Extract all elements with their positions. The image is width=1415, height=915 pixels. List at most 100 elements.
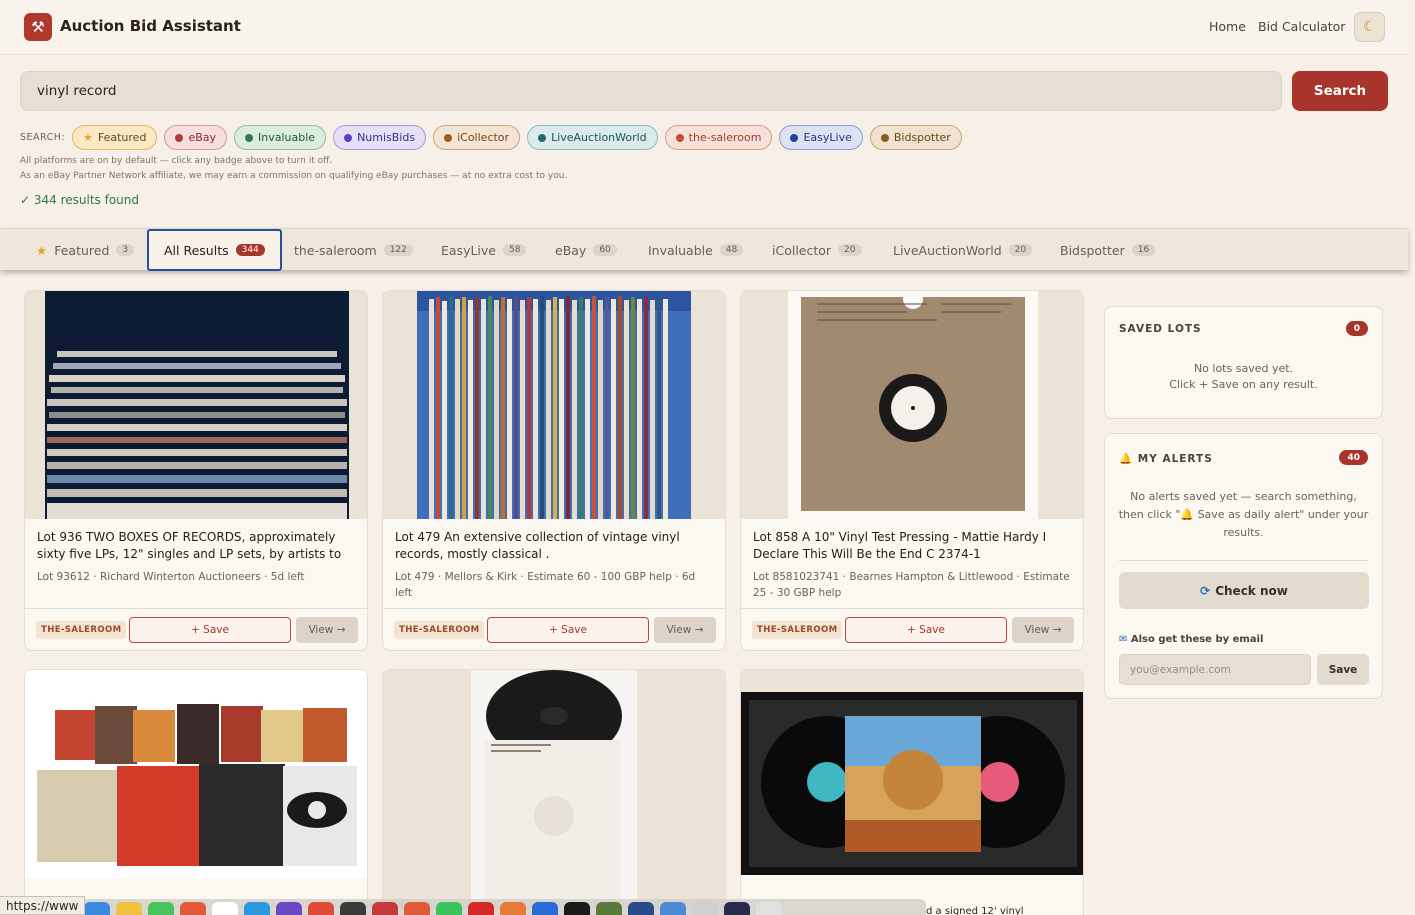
platform-badges: ★ Featured eBay Invaluable NumisBids iCol… — [72, 125, 962, 150]
dock-app-icon[interactable] — [372, 902, 398, 915]
alerts-empty-line1: No alerts saved yet — search something, — [1130, 490, 1357, 503]
check-now-button[interactable]: ⟳ Check now — [1119, 572, 1369, 609]
card-footer: THE-SALEROOM + Save View → — [383, 608, 725, 650]
app-title: Auction Bid Assistant — [60, 17, 241, 35]
saved-lots-empty-line2: Click + Save on any result. — [1169, 378, 1318, 391]
lot-meta: Lot 479 · Mellors & Kirk · Estimate 60 -… — [395, 571, 696, 599]
badge-icollector[interactable]: iCollector — [433, 125, 521, 150]
view-lot-button[interactable]: View → — [1012, 617, 1074, 643]
dock-app-icon[interactable] — [660, 902, 686, 915]
results-count: ✓ 344 results found — [20, 193, 139, 207]
tab-the-saleroom[interactable]: the-saleroom 122 — [294, 229, 413, 271]
dock-app-icon[interactable] — [308, 902, 334, 915]
search-button[interactable]: Search — [1292, 71, 1388, 111]
saved-lots-title: SAVED LOTS — [1119, 323, 1202, 335]
result-card[interactable]: Lot 479 An extensive collection of vinta… — [382, 290, 726, 651]
tab-icollector[interactable]: iCollector 20 — [772, 229, 862, 271]
card-footer: THE-SALEROOM + Save View → — [25, 608, 367, 650]
lot-meta: Lot 8581023741 · Bearnes Hampton & Littl… — [753, 571, 1070, 599]
result-card[interactable] — [740, 669, 1084, 915]
dock-app-icon[interactable] — [468, 902, 494, 915]
theme-toggle-button[interactable]: ☾ — [1354, 12, 1385, 42]
source-badge: THE-SALEROOM — [394, 621, 485, 639]
dock-app-icon[interactable] — [116, 902, 142, 915]
dock-app-icon[interactable] — [148, 902, 174, 915]
tab-bidspotter[interactable]: Bidspotter 16 — [1060, 229, 1156, 271]
dock-app-icon[interactable] — [340, 902, 366, 915]
tab-featured[interactable]: ★ Featured 3 — [36, 229, 135, 271]
dock-app-icon[interactable] — [500, 902, 526, 915]
tab-invaluable[interactable]: Invaluable 48 — [648, 229, 744, 271]
badge-bidspotter[interactable]: Bidspotter — [869, 125, 962, 150]
lot-image[interactable] — [383, 670, 725, 910]
result-card[interactable] — [24, 669, 368, 915]
lot-title[interactable]: Lot 479 An extensive collection of vinta… — [395, 529, 713, 563]
partial-card-title: d a signed 12' vinyl — [926, 906, 1024, 915]
nav-home-link[interactable]: Home — [1209, 19, 1246, 34]
dock-app-icon[interactable] — [84, 902, 110, 915]
tab-ebay[interactable]: eBay 60 — [555, 229, 617, 271]
result-card[interactable]: Lot 936 TWO BOXES OF RECORDS, approximat… — [24, 290, 368, 651]
lot-image[interactable] — [25, 670, 367, 878]
lot-title[interactable]: Lot 858 A 10" Vinyl Test Pressing - Matt… — [753, 529, 1071, 563]
lot-image[interactable] — [383, 291, 725, 519]
dock-app-icon[interactable] — [404, 902, 430, 915]
badge-numisbids[interactable]: NumisBids — [333, 125, 427, 150]
email-field[interactable] — [1119, 654, 1311, 685]
dock-app-icon[interactable] — [244, 902, 270, 915]
card-footer: THE-SALEROOM + Save View → — [741, 608, 1083, 650]
macos-dock — [76, 899, 926, 915]
dock-app-icon[interactable] — [692, 902, 718, 915]
view-lot-button[interactable]: View → — [296, 617, 358, 643]
tab-easylive[interactable]: EasyLive 58 — [441, 229, 527, 271]
badge-ebay[interactable]: eBay — [164, 125, 228, 150]
top-navbar: ⚒ Auction Bid Assistant Home Bid Calcula… — [0, 0, 1408, 55]
dock-app-icon[interactable] — [180, 902, 206, 915]
view-lot-button[interactable]: View → — [654, 617, 716, 643]
divider — [1119, 560, 1368, 561]
search-input[interactable] — [20, 71, 1282, 111]
dock-app-icon[interactable] — [596, 902, 622, 915]
email-save-button[interactable]: Save — [1317, 654, 1369, 685]
dock-app-icon[interactable] — [756, 902, 782, 915]
dock-app-icon[interactable] — [628, 902, 654, 915]
badge-liveauctionworld[interactable]: LiveAuctionWorld — [527, 125, 658, 150]
source-badge: THE-SALEROOM — [36, 621, 127, 639]
star-icon: ★ — [83, 131, 93, 144]
platform-filter-label: SEARCH: — [20, 132, 66, 143]
badge-invaluable[interactable]: Invaluable — [234, 125, 327, 150]
result-card[interactable] — [382, 669, 726, 915]
dock-app-icon[interactable] — [564, 902, 590, 915]
alerts-empty-line2: then click "🔔 Save as daily alert" under… — [1118, 508, 1369, 521]
lot-image[interactable] — [25, 291, 367, 519]
tab-liveauctionworld[interactable]: LiveAuctionWorld 20 — [893, 229, 1033, 271]
nav-bid-calculator-link[interactable]: Bid Calculator — [1258, 19, 1345, 34]
dock-app-icon[interactable] — [724, 902, 750, 915]
tab-all-results[interactable]: All Results 344 — [147, 229, 282, 271]
affiliate-disclosure: As an eBay Partner Network affiliate, we… — [20, 171, 568, 181]
result-card[interactable]: Lot 858 A 10" Vinyl Test Pressing - Matt… — [740, 290, 1084, 651]
gavel-icon: ⚒ — [24, 13, 52, 41]
save-lot-button[interactable]: + Save — [129, 617, 291, 643]
save-lot-button[interactable]: + Save — [487, 617, 649, 643]
star-icon: ★ — [36, 242, 48, 258]
alerts-title: 🔔 MY ALERTS — [1119, 453, 1213, 465]
dock-app-icon[interactable] — [436, 902, 462, 915]
badge-easylive[interactable]: EasyLive — [779, 125, 863, 150]
save-lot-button[interactable]: + Save — [845, 617, 1007, 643]
dock-app-icon[interactable] — [212, 902, 238, 915]
dock-app-icon[interactable] — [532, 902, 558, 915]
saved-lots-count: 0 — [1345, 321, 1368, 336]
alerts-count: 40 — [1339, 450, 1368, 465]
lot-title[interactable]: Lot 936 TWO BOXES OF RECORDS, approximat… — [37, 529, 355, 563]
badge-the-saleroom[interactable]: the-saleroom — [664, 125, 773, 150]
refresh-icon: ⟳ — [1200, 583, 1211, 598]
badge-featured[interactable]: ★ Featured — [72, 125, 158, 150]
status-url: https://www — [0, 896, 86, 915]
lot-image[interactable] — [741, 670, 1083, 875]
dock-app-icon[interactable] — [276, 902, 302, 915]
saved-lots-panel: SAVED LOTS 0 No lots saved yet. Click + … — [1104, 306, 1383, 419]
alerts-empty-line3: results. — [1223, 526, 1264, 539]
lot-image[interactable] — [741, 291, 1083, 519]
platforms-note: All platforms are on by default — click … — [20, 156, 333, 166]
